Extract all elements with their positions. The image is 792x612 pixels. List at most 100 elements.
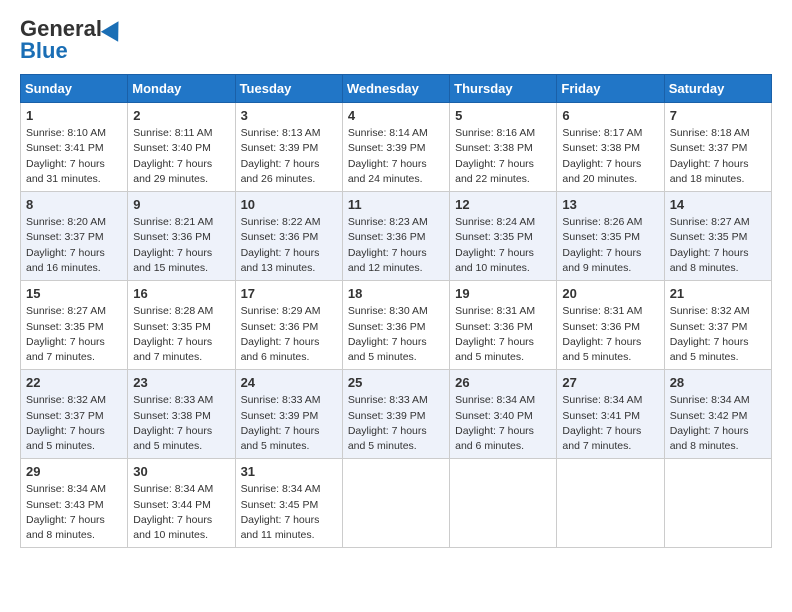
day-number: 14	[670, 196, 766, 214]
day-info: Sunrise: 8:31 AMSunset: 3:36 PMDaylight:…	[562, 304, 658, 365]
day-info: Sunrise: 8:30 AMSunset: 3:36 PMDaylight:…	[348, 304, 444, 365]
day-number: 11	[348, 196, 444, 214]
calendar-day-11: 11Sunrise: 8:23 AMSunset: 3:36 PMDayligh…	[342, 192, 449, 281]
day-number: 2	[133, 107, 229, 125]
day-info: Sunrise: 8:33 AMSunset: 3:39 PMDaylight:…	[348, 393, 444, 454]
weekday-header-friday: Friday	[557, 75, 664, 103]
day-info: Sunrise: 8:34 AMSunset: 3:45 PMDaylight:…	[241, 482, 337, 543]
calendar-day-25: 25Sunrise: 8:33 AMSunset: 3:39 PMDayligh…	[342, 370, 449, 459]
day-number: 26	[455, 374, 551, 392]
calendar-empty-cell	[664, 459, 771, 548]
weekday-header-wednesday: Wednesday	[342, 75, 449, 103]
day-number: 9	[133, 196, 229, 214]
logo: General Blue	[20, 16, 124, 64]
calendar-day-27: 27Sunrise: 8:34 AMSunset: 3:41 PMDayligh…	[557, 370, 664, 459]
day-number: 28	[670, 374, 766, 392]
calendar-empty-cell	[557, 459, 664, 548]
day-number: 29	[26, 463, 122, 481]
calendar-day-8: 8Sunrise: 8:20 AMSunset: 3:37 PMDaylight…	[21, 192, 128, 281]
day-info: Sunrise: 8:34 AMSunset: 3:42 PMDaylight:…	[670, 393, 766, 454]
day-info: Sunrise: 8:13 AMSunset: 3:39 PMDaylight:…	[241, 126, 337, 187]
day-number: 16	[133, 285, 229, 303]
day-number: 24	[241, 374, 337, 392]
calendar-day-28: 28Sunrise: 8:34 AMSunset: 3:42 PMDayligh…	[664, 370, 771, 459]
calendar-day-5: 5Sunrise: 8:16 AMSunset: 3:38 PMDaylight…	[450, 103, 557, 192]
calendar-day-23: 23Sunrise: 8:33 AMSunset: 3:38 PMDayligh…	[128, 370, 235, 459]
day-number: 18	[348, 285, 444, 303]
calendar-day-13: 13Sunrise: 8:26 AMSunset: 3:35 PMDayligh…	[557, 192, 664, 281]
weekday-header-thursday: Thursday	[450, 75, 557, 103]
day-info: Sunrise: 8:16 AMSunset: 3:38 PMDaylight:…	[455, 126, 551, 187]
day-number: 8	[26, 196, 122, 214]
calendar-day-21: 21Sunrise: 8:32 AMSunset: 3:37 PMDayligh…	[664, 281, 771, 370]
calendar-week-1: 1Sunrise: 8:10 AMSunset: 3:41 PMDaylight…	[21, 103, 772, 192]
day-info: Sunrise: 8:34 AMSunset: 3:44 PMDaylight:…	[133, 482, 229, 543]
day-info: Sunrise: 8:22 AMSunset: 3:36 PMDaylight:…	[241, 215, 337, 276]
day-number: 1	[26, 107, 122, 125]
day-info: Sunrise: 8:33 AMSunset: 3:38 PMDaylight:…	[133, 393, 229, 454]
day-number: 6	[562, 107, 658, 125]
calendar-day-30: 30Sunrise: 8:34 AMSunset: 3:44 PMDayligh…	[128, 459, 235, 548]
day-info: Sunrise: 8:18 AMSunset: 3:37 PMDaylight:…	[670, 126, 766, 187]
day-info: Sunrise: 8:11 AMSunset: 3:40 PMDaylight:…	[133, 126, 229, 187]
calendar-day-17: 17Sunrise: 8:29 AMSunset: 3:36 PMDayligh…	[235, 281, 342, 370]
day-number: 25	[348, 374, 444, 392]
calendar-day-24: 24Sunrise: 8:33 AMSunset: 3:39 PMDayligh…	[235, 370, 342, 459]
calendar-day-31: 31Sunrise: 8:34 AMSunset: 3:45 PMDayligh…	[235, 459, 342, 548]
calendar-week-2: 8Sunrise: 8:20 AMSunset: 3:37 PMDaylight…	[21, 192, 772, 281]
weekday-header-sunday: Sunday	[21, 75, 128, 103]
day-info: Sunrise: 8:17 AMSunset: 3:38 PMDaylight:…	[562, 126, 658, 187]
calendar-day-22: 22Sunrise: 8:32 AMSunset: 3:37 PMDayligh…	[21, 370, 128, 459]
day-info: Sunrise: 8:34 AMSunset: 3:40 PMDaylight:…	[455, 393, 551, 454]
day-number: 23	[133, 374, 229, 392]
day-number: 4	[348, 107, 444, 125]
day-number: 21	[670, 285, 766, 303]
day-info: Sunrise: 8:20 AMSunset: 3:37 PMDaylight:…	[26, 215, 122, 276]
calendar-day-12: 12Sunrise: 8:24 AMSunset: 3:35 PMDayligh…	[450, 192, 557, 281]
calendar-day-14: 14Sunrise: 8:27 AMSunset: 3:35 PMDayligh…	[664, 192, 771, 281]
day-number: 20	[562, 285, 658, 303]
day-number: 27	[562, 374, 658, 392]
calendar-empty-cell	[342, 459, 449, 548]
day-number: 30	[133, 463, 229, 481]
calendar-day-3: 3Sunrise: 8:13 AMSunset: 3:39 PMDaylight…	[235, 103, 342, 192]
day-number: 15	[26, 285, 122, 303]
calendar-day-29: 29Sunrise: 8:34 AMSunset: 3:43 PMDayligh…	[21, 459, 128, 548]
day-info: Sunrise: 8:10 AMSunset: 3:41 PMDaylight:…	[26, 126, 122, 187]
calendar-week-5: 29Sunrise: 8:34 AMSunset: 3:43 PMDayligh…	[21, 459, 772, 548]
day-info: Sunrise: 8:24 AMSunset: 3:35 PMDaylight:…	[455, 215, 551, 276]
day-number: 13	[562, 196, 658, 214]
day-number: 12	[455, 196, 551, 214]
day-number: 22	[26, 374, 122, 392]
day-info: Sunrise: 8:14 AMSunset: 3:39 PMDaylight:…	[348, 126, 444, 187]
day-info: Sunrise: 8:27 AMSunset: 3:35 PMDaylight:…	[26, 304, 122, 365]
day-info: Sunrise: 8:27 AMSunset: 3:35 PMDaylight:…	[670, 215, 766, 276]
calendar-day-2: 2Sunrise: 8:11 AMSunset: 3:40 PMDaylight…	[128, 103, 235, 192]
day-info: Sunrise: 8:26 AMSunset: 3:35 PMDaylight:…	[562, 215, 658, 276]
day-number: 10	[241, 196, 337, 214]
calendar-day-26: 26Sunrise: 8:34 AMSunset: 3:40 PMDayligh…	[450, 370, 557, 459]
calendar-day-16: 16Sunrise: 8:28 AMSunset: 3:35 PMDayligh…	[128, 281, 235, 370]
calendar-table: SundayMondayTuesdayWednesdayThursdayFrid…	[20, 74, 772, 548]
day-number: 7	[670, 107, 766, 125]
calendar-day-10: 10Sunrise: 8:22 AMSunset: 3:36 PMDayligh…	[235, 192, 342, 281]
day-info: Sunrise: 8:34 AMSunset: 3:43 PMDaylight:…	[26, 482, 122, 543]
logo-blue: Blue	[20, 38, 68, 64]
logo-triangle-icon	[101, 16, 127, 42]
calendar-header-row: SundayMondayTuesdayWednesdayThursdayFrid…	[21, 75, 772, 103]
day-info: Sunrise: 8:33 AMSunset: 3:39 PMDaylight:…	[241, 393, 337, 454]
day-info: Sunrise: 8:31 AMSunset: 3:36 PMDaylight:…	[455, 304, 551, 365]
calendar-day-6: 6Sunrise: 8:17 AMSunset: 3:38 PMDaylight…	[557, 103, 664, 192]
calendar-day-18: 18Sunrise: 8:30 AMSunset: 3:36 PMDayligh…	[342, 281, 449, 370]
day-info: Sunrise: 8:32 AMSunset: 3:37 PMDaylight:…	[26, 393, 122, 454]
day-number: 19	[455, 285, 551, 303]
weekday-header-monday: Monday	[128, 75, 235, 103]
day-info: Sunrise: 8:34 AMSunset: 3:41 PMDaylight:…	[562, 393, 658, 454]
day-info: Sunrise: 8:23 AMSunset: 3:36 PMDaylight:…	[348, 215, 444, 276]
calendar-day-20: 20Sunrise: 8:31 AMSunset: 3:36 PMDayligh…	[557, 281, 664, 370]
calendar-empty-cell	[450, 459, 557, 548]
day-number: 3	[241, 107, 337, 125]
day-number: 5	[455, 107, 551, 125]
calendar-day-9: 9Sunrise: 8:21 AMSunset: 3:36 PMDaylight…	[128, 192, 235, 281]
day-info: Sunrise: 8:28 AMSunset: 3:35 PMDaylight:…	[133, 304, 229, 365]
